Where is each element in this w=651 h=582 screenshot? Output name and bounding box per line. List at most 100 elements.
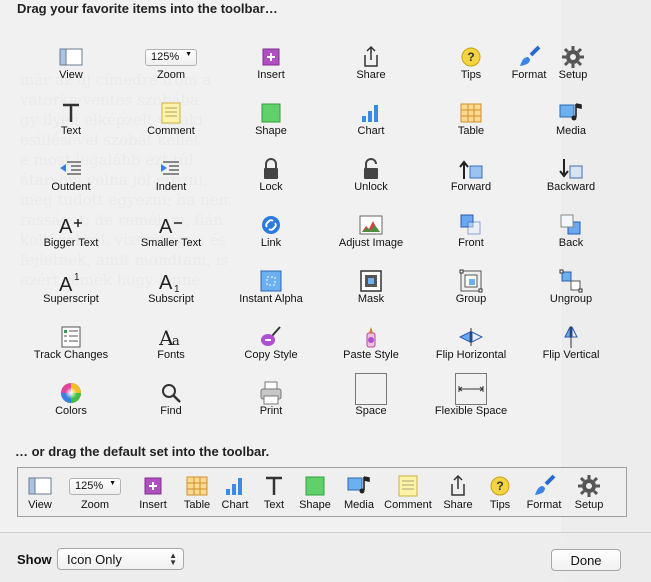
- toolbar-item-comment[interactable]: Comment: [121, 95, 221, 151]
- toolbar-item-link[interactable]: Link: [221, 207, 321, 263]
- toolbar-item-view[interactable]: View: [21, 39, 121, 95]
- insert-icon: [259, 45, 283, 69]
- toolbar-item-media[interactable]: Media: [339, 468, 379, 516]
- toolbar-item-flexible-space[interactable]: Flexible Space: [421, 373, 521, 431]
- toolbar-item-zoom[interactable]: 125% ▼ Zoom: [121, 39, 221, 95]
- toolbar-item-label: Unlock: [354, 181, 388, 193]
- toolbar-item-label: Zoom: [80, 499, 110, 511]
- toolbar-item-fonts[interactable]: Aa Fonts: [121, 319, 221, 375]
- toolbar-item-share[interactable]: Share: [438, 468, 478, 516]
- toolbar-item-print[interactable]: Print: [221, 375, 321, 431]
- toolbar-item-label: Insert: [139, 499, 167, 511]
- share-icon: [446, 474, 470, 498]
- group-icon: [459, 269, 483, 293]
- toolbar-item-superscript[interactable]: A 1 Superscript: [21, 263, 121, 319]
- toolbar-item-label: Forward: [450, 181, 492, 193]
- backward-icon: [559, 157, 583, 181]
- toolbar-item-flip-horizontal[interactable]: Flip Horizontal: [421, 319, 521, 375]
- subscript-icon: A1: [159, 269, 183, 293]
- toolbar-item-insert[interactable]: Insert: [221, 39, 321, 95]
- toolbar-item-text[interactable]: Text: [254, 468, 294, 516]
- toolbar-item-label: Outdent: [51, 181, 91, 193]
- toolbar-item-setup[interactable]: Setup: [569, 468, 609, 516]
- format-icon: [517, 45, 541, 69]
- toolbar-item-label: Tips: [489, 499, 511, 511]
- view-icon: [28, 474, 52, 498]
- bigger-text-icon: A: [59, 213, 83, 237]
- toolbar-item-adjust-image[interactable]: Adjust Image: [321, 207, 421, 263]
- toolbar-item-chart[interactable]: Chart: [215, 468, 255, 516]
- toolbar-item-text[interactable]: Text: [21, 95, 121, 151]
- toolbar-item-label: Instant Alpha: [239, 293, 303, 305]
- toolbar-item-label: Smaller Text: [140, 237, 202, 249]
- toolbar-item-chart[interactable]: Chart: [321, 95, 421, 151]
- toolbar-item-paste-style[interactable]: Paste Style: [321, 319, 421, 375]
- toolbar-item-label: Ungroup: [549, 293, 593, 305]
- toolbar-item-view[interactable]: View: [20, 468, 60, 516]
- zoom-popup[interactable]: 125% ▼: [69, 477, 121, 495]
- toolbar-item-indent[interactable]: Indent: [121, 151, 221, 207]
- chart-icon: [223, 474, 247, 498]
- toolbar-item-space[interactable]: Space: [321, 373, 421, 431]
- toolbar-item-shape[interactable]: Shape: [295, 468, 335, 516]
- toolbar-item-label: View: [28, 499, 52, 511]
- toolbar-item-media[interactable]: Media: [521, 95, 621, 151]
- toolbar-item-ungroup[interactable]: Ungroup: [521, 263, 621, 319]
- toolbar-item-instant-alpha[interactable]: Instant Alpha: [221, 263, 321, 319]
- toolbar-item-label: Setup: [558, 69, 588, 81]
- toolbar-item-copy-style[interactable]: Copy Style: [221, 319, 321, 375]
- lock-icon: [259, 157, 283, 181]
- toolbar-item-setup[interactable]: Setup: [544, 39, 602, 95]
- toolbar-item-label: Colors: [55, 405, 87, 417]
- svg-text:?: ?: [467, 50, 474, 64]
- toolbar-item-outdent[interactable]: Outdent: [21, 151, 121, 207]
- toolbar-item-zoom[interactable]: 125% ▼ Zoom: [68, 468, 122, 516]
- toolbar-item-flip-vertical[interactable]: Flip Vertical: [521, 319, 621, 375]
- superscript-icon: A1: [59, 269, 83, 293]
- adjust-image-icon: [359, 213, 383, 237]
- smaller-text-icon: A: [159, 213, 183, 237]
- shape-icon: [259, 101, 283, 125]
- chevron-down-icon: ▼: [185, 50, 192, 58]
- toolbar-item-smaller-text[interactable]: A Smaller Text: [121, 207, 221, 263]
- toolbar-item-insert[interactable]: Insert: [133, 468, 173, 516]
- format-icon: [532, 474, 556, 498]
- toolbar-item-shape[interactable]: Shape: [221, 95, 321, 151]
- toolbar-item-lock[interactable]: Lock: [221, 151, 321, 207]
- show-popup[interactable]: Icon Only ▲ ▼: [57, 548, 184, 570]
- toolbar-item-label: Fonts: [157, 349, 185, 361]
- toolbar-item-label: Shape: [255, 125, 287, 137]
- toolbar-item-format[interactable]: Format: [524, 468, 564, 516]
- flip-vertical-icon: [559, 325, 583, 349]
- toolbar-item-label: Link: [260, 237, 282, 249]
- toolbar-item-comment[interactable]: Comment: [380, 468, 436, 516]
- paste-style-icon: [359, 325, 383, 349]
- toolbar-item-bigger-text[interactable]: A Bigger Text: [21, 207, 121, 263]
- toolbar-item-label: Comment: [384, 499, 432, 511]
- toolbar-item-tips[interactable]: ? Tips: [480, 468, 520, 516]
- toolbar-item-group[interactable]: Group: [421, 263, 521, 319]
- zoom-popup[interactable]: 125% ▼: [145, 48, 197, 66]
- toolbar-item-subscript[interactable]: A 1 Subscript: [121, 263, 221, 319]
- toolbar-item-mask[interactable]: Mask: [321, 263, 421, 319]
- toolbar-item-forward[interactable]: Forward: [421, 151, 521, 207]
- default-toolbar-set[interactable]: View 125% ▼ Zoom Insert Table Chart Text Shape Me…: [17, 467, 627, 517]
- toolbar-item-table[interactable]: Table: [177, 468, 217, 516]
- toolbar-item-back[interactable]: Back: [521, 207, 621, 263]
- toolbar-item-front[interactable]: Front: [421, 207, 521, 263]
- toolbar-item-label: Subscript: [148, 293, 194, 305]
- toolbar-item-unlock[interactable]: Unlock: [321, 151, 421, 207]
- toolbar-item-share[interactable]: Share: [321, 39, 421, 95]
- toolbar-item-table[interactable]: Table: [421, 95, 521, 151]
- toolbar-item-label: Copy Style: [244, 349, 298, 361]
- toolbar-item-colors[interactable]: Colors: [21, 375, 121, 431]
- back-icon: [559, 213, 583, 237]
- toolbar-item-track-changes[interactable]: Track Changes: [21, 319, 121, 375]
- toolbar-item-backward[interactable]: Backward: [521, 151, 621, 207]
- indent-icon: [159, 157, 183, 181]
- done-button[interactable]: Done: [551, 549, 621, 571]
- toolbar-item-label: Share: [443, 499, 473, 511]
- toolbar-item-find[interactable]: Find: [121, 375, 221, 431]
- toolbar-item-label: Adjust Image: [338, 237, 404, 249]
- toolbar-item-label: Media: [344, 499, 374, 511]
